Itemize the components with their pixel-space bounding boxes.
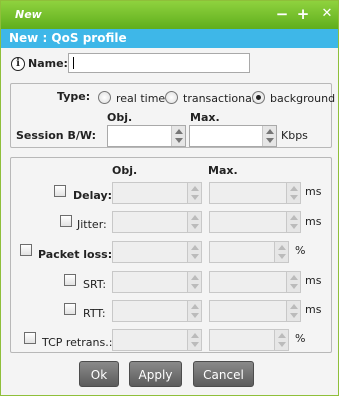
delay-max-spinner[interactable] — [209, 182, 301, 204]
close-icon[interactable]: ✕ — [318, 5, 336, 23]
type-fieldset: Type: real time transactional background… — [10, 83, 336, 148]
radio-real-time-label: real time — [116, 92, 166, 105]
srt-checkbox[interactable] — [64, 274, 76, 286]
rtt-unit: ms — [305, 303, 322, 316]
chevron-up-icon — [191, 186, 199, 191]
chevron-down-icon — [191, 195, 199, 200]
chevron-up-icon[interactable] — [175, 129, 183, 134]
tcp-retrans-checkbox[interactable] — [24, 332, 36, 344]
chevron-up-icon — [290, 215, 298, 220]
qos-profile-window: New − + ✕ New : QoS profile i Name: Type… — [0, 0, 339, 396]
packet-loss-label: Packet loss: — [38, 248, 113, 261]
ok-button[interactable]: Ok — [79, 361, 119, 387]
chevron-up-icon — [290, 275, 298, 280]
chevron-up-icon — [191, 333, 199, 338]
session-bw-unit: Kbps — [281, 129, 308, 142]
text-caret — [73, 57, 74, 69]
radio-transactional-label: transactional — [183, 92, 255, 105]
chevron-up-icon — [278, 333, 286, 338]
jitter-unit: ms — [305, 215, 322, 228]
srt-unit: ms — [305, 274, 322, 287]
radio-transactional[interactable] — [165, 91, 178, 104]
dialog-subtitle: New : QoS profile — [1, 29, 338, 48]
chevron-down-icon — [191, 342, 199, 347]
chevron-down-icon — [191, 284, 199, 289]
packet-loss-checkbox[interactable] — [20, 244, 32, 256]
packet-loss-obj-spinner[interactable] — [112, 241, 202, 263]
minimize-icon[interactable]: − — [273, 5, 291, 23]
jitter-obj-spinner[interactable] — [112, 211, 202, 233]
apply-button[interactable]: Apply — [129, 361, 182, 387]
tcp-retrans-max-spinner[interactable] — [209, 329, 289, 351]
tcp-retrans-label: TCP retrans.: — [42, 336, 113, 349]
chevron-down-icon — [191, 254, 199, 259]
packet-loss-max-spinner[interactable] — [209, 241, 289, 263]
jitter-label: Jitter: — [77, 218, 107, 231]
session-obj-spinner[interactable] — [107, 125, 186, 147]
name-input[interactable] — [68, 53, 250, 73]
session-obj-spinner-buttons[interactable] — [171, 126, 185, 146]
chevron-up-icon — [191, 275, 199, 280]
chevron-up-icon[interactable] — [266, 129, 274, 134]
window-titlebar[interactable]: New − + ✕ — [1, 1, 338, 29]
srt-label: SRT: — [83, 278, 107, 291]
radio-background-label: background — [270, 92, 336, 105]
delay-label: Delay: — [73, 189, 113, 202]
chevron-up-icon — [278, 245, 286, 250]
chevron-down-icon — [191, 224, 199, 229]
chevron-down-icon — [290, 313, 298, 318]
rtt-label: RTT: — [83, 307, 106, 320]
chevron-down-icon[interactable] — [175, 138, 183, 143]
rtt-checkbox[interactable] — [64, 303, 76, 315]
chevron-down-icon[interactable] — [266, 138, 274, 143]
delay-obj-spinner[interactable] — [112, 182, 202, 204]
cancel-button[interactable]: Cancel — [193, 361, 254, 387]
chevron-up-icon — [290, 186, 298, 191]
radio-background[interactable] — [252, 91, 265, 104]
radio-real-time[interactable] — [98, 91, 111, 104]
packet-loss-unit: % — [295, 244, 306, 257]
delay-checkbox[interactable] — [54, 185, 66, 197]
chevron-down-icon — [191, 313, 199, 318]
window-title: New — [15, 8, 42, 21]
session-obj-header: Obj. — [107, 111, 133, 124]
metrics-fieldset: Obj. Max. Delay: ms Jitter: ms Packet lo… — [10, 157, 332, 353]
session-max-header: Max. — [190, 111, 220, 124]
chevron-down-icon — [278, 254, 286, 259]
session-max-spinner[interactable] — [189, 125, 277, 147]
chevron-up-icon — [191, 245, 199, 250]
chevron-down-icon — [290, 284, 298, 289]
chevron-up-icon — [191, 304, 199, 309]
rtt-max-spinner[interactable] — [209, 300, 301, 322]
type-label: Type: — [57, 90, 91, 103]
rtt-obj-spinner[interactable] — [112, 300, 202, 322]
session-max-spinner-buttons[interactable] — [262, 126, 276, 146]
jitter-max-spinner[interactable] — [209, 211, 301, 233]
metrics-obj-header: Obj. — [112, 164, 138, 177]
chevron-down-icon — [278, 342, 286, 347]
name-label: Name: — [28, 57, 68, 70]
jitter-checkbox[interactable] — [60, 215, 72, 227]
chevron-up-icon — [290, 304, 298, 309]
srt-obj-spinner[interactable] — [112, 271, 202, 293]
session-bw-label: Session B/W: — [16, 129, 97, 142]
metrics-max-header: Max. — [208, 164, 238, 177]
maximize-icon[interactable]: + — [294, 5, 312, 23]
tcp-retrans-unit: % — [295, 332, 306, 345]
info-icon[interactable]: i — [11, 57, 25, 71]
srt-max-spinner[interactable] — [209, 271, 301, 293]
delay-unit: ms — [305, 185, 322, 198]
chevron-down-icon — [290, 195, 298, 200]
tcp-retrans-obj-spinner[interactable] — [112, 329, 202, 351]
chevron-down-icon — [290, 224, 298, 229]
chevron-up-icon — [191, 215, 199, 220]
